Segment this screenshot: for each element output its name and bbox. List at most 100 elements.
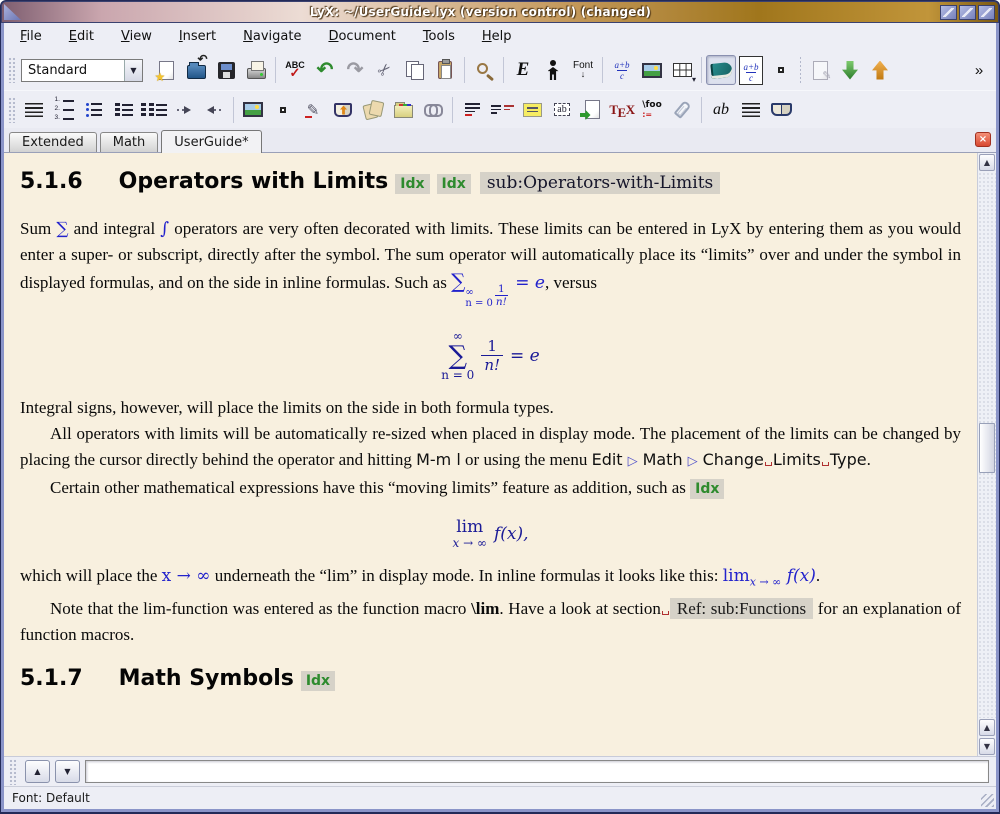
history-up-button[interactable]: ▲ (25, 760, 50, 783)
emphasis-button[interactable]: E (508, 55, 538, 85)
enumerate-list-button[interactable]: 1. 2. 3. (49, 95, 79, 125)
menu-view[interactable]: View (121, 29, 152, 44)
toolbar-drag-handle[interactable] (9, 759, 16, 785)
insert-math-button[interactable]: a+b c (607, 55, 637, 85)
tab-userguide[interactable]: UserGuide* (161, 130, 261, 153)
save-button[interactable] (211, 55, 241, 85)
section-label-inset[interactable]: sub:Operators-with-Limits (480, 172, 720, 194)
menu-insert[interactable]: Insert (179, 29, 216, 44)
close-window-button[interactable] (978, 5, 995, 20)
index-inset-badge[interactable]: Idx (395, 174, 429, 194)
history-down-button[interactable]: ▼ (55, 760, 80, 783)
check-out-button[interactable] (865, 55, 895, 85)
menu-navigate[interactable]: Navigate (243, 29, 301, 44)
insert-citation-button[interactable] (328, 95, 358, 125)
character-style-button[interactable]: ab (706, 95, 736, 125)
insert-figure-float-button[interactable] (238, 95, 268, 125)
title-bar[interactable]: LyX: ~/UserGuide.lyx (version control) (… (1, 1, 999, 23)
minimize-button[interactable] (940, 5, 957, 20)
attach-file-button[interactable] (667, 95, 697, 125)
redo-button[interactable]: ↷ (340, 55, 370, 85)
window-frame: File Edit View Insert Navigate Document … (1, 23, 999, 812)
index-inset-badge[interactable]: Idx (690, 479, 724, 499)
font-dialog-button[interactable]: Font ↓ (568, 55, 598, 85)
list-environment-button[interactable] (109, 95, 139, 125)
insert-index-entry-button[interactable] (358, 95, 388, 125)
scroll-up-button[interactable]: ▲ (979, 154, 995, 171)
undo-button[interactable]: ↶ (310, 55, 340, 85)
insert-graphics-button[interactable] (637, 55, 667, 85)
close-tab-button[interactable]: × (975, 132, 991, 147)
vertical-scrollbar[interactable]: ▲ ▲ ▼ (977, 153, 996, 756)
combobox-arrow-icon[interactable]: ▼ (124, 60, 142, 81)
toggle-outline-button[interactable] (706, 55, 736, 85)
insert-marginal-note-button[interactable] (487, 95, 517, 125)
command-buffer-input[interactable] (85, 760, 989, 783)
tab-math[interactable]: Math (100, 132, 159, 152)
check-in-button[interactable] (835, 55, 865, 85)
scroll-up-button-bottom[interactable]: ▲ (979, 719, 995, 736)
cut-button[interactable]: ✂ (370, 55, 400, 85)
tab-extended[interactable]: Extended (9, 132, 97, 152)
menu-tools[interactable]: Tools (423, 29, 455, 44)
inline-math-sum-symbol[interactable]: ∑ (56, 219, 68, 239)
inline-math-lim-function[interactable]: limx → ∞ f(x) (723, 566, 816, 586)
menu-document[interactable]: Document (328, 29, 395, 44)
numbered-list-icon: 1. 2. 3. (54, 97, 75, 122)
thesaurus-button[interactable] (766, 95, 796, 125)
resize-grip[interactable] (981, 794, 994, 807)
undo-icon: ↶ (317, 60, 334, 80)
index-inset-badge[interactable]: Idx (301, 671, 335, 691)
paragraph-layout-button[interactable] (736, 95, 766, 125)
menu-edit[interactable]: Edit (69, 29, 94, 44)
document-canvas[interactable]: 5.1.6 Operators with Limits Idx Idx sub:… (4, 153, 977, 756)
cross-reference-inset[interactable]: Ref: sub:Functions (670, 598, 813, 619)
inline-math-formula[interactable]: ∑∞n = 01n! = e (451, 273, 545, 293)
insert-box-button[interactable]: ab (547, 95, 577, 125)
noun-style-button[interactable] (538, 55, 568, 85)
paragraph-style-combobox[interactable]: Standard ▼ (21, 59, 143, 82)
print-button[interactable] (241, 55, 271, 85)
index-inset-badge[interactable]: Idx (437, 174, 471, 194)
description-environment-button[interactable] (139, 95, 169, 125)
itemize-list-button[interactable] (79, 95, 109, 125)
new-document-button[interactable]: ★ (151, 55, 181, 85)
menu-help[interactable]: Help (482, 29, 512, 44)
menu-file[interactable]: File (20, 29, 42, 44)
display-formula-lim[interactable]: limx → ∞ f(x), (20, 514, 961, 549)
insert-hyperlink-button[interactable] (418, 95, 448, 125)
table-panel-button[interactable] (766, 55, 796, 85)
paragraph-settings-button[interactable] (19, 95, 49, 125)
math-panel-button[interactable]: a+bc (736, 55, 766, 85)
open-document-button[interactable]: ↶ (181, 55, 211, 85)
display-formula-sum[interactable]: ∞∑n = 0 1n! = e (20, 322, 961, 381)
macro-icon: \foo := (642, 100, 662, 119)
toolbar-overflow-button[interactable]: » (964, 55, 994, 85)
scrollbar-track[interactable] (978, 172, 996, 718)
decrease-depth-button[interactable] (199, 95, 229, 125)
insert-table-float-button[interactable] (268, 95, 298, 125)
insert-note-button[interactable] (517, 95, 547, 125)
insert-label-button[interactable]: ✎ (298, 95, 328, 125)
include-file-button[interactable] (577, 95, 607, 125)
increase-depth-button[interactable] (169, 95, 199, 125)
insert-math-macro-button[interactable]: \foo := (637, 95, 667, 125)
version-control-register-button[interactable]: ✎ (805, 55, 835, 85)
find-replace-button[interactable] (469, 55, 499, 85)
paste-button[interactable] (430, 55, 460, 85)
insert-nomenclature-button[interactable] (388, 95, 418, 125)
scroll-down-button[interactable]: ▼ (979, 738, 995, 755)
spellcheck-button[interactable]: ABC ✓ (280, 55, 310, 85)
inline-math-limit-expr[interactable]: x → ∞ (162, 566, 211, 586)
margin-note-icon (491, 105, 514, 114)
insert-table-button[interactable]: ▾ (667, 55, 697, 85)
window-menu-icon[interactable] (4, 4, 21, 20)
insert-footnote-button[interactable] (457, 95, 487, 125)
scrollbar-thumb[interactable] (979, 423, 995, 473)
inline-math-integral-symbol[interactable]: ∫ (160, 219, 169, 239)
copy-button[interactable] (400, 55, 430, 85)
toolbar-drag-handle[interactable] (8, 57, 15, 83)
maximize-button[interactable] (959, 5, 976, 20)
toolbar-drag-handle[interactable] (8, 97, 15, 123)
insert-tex-code-button[interactable]: TEX (607, 95, 637, 125)
